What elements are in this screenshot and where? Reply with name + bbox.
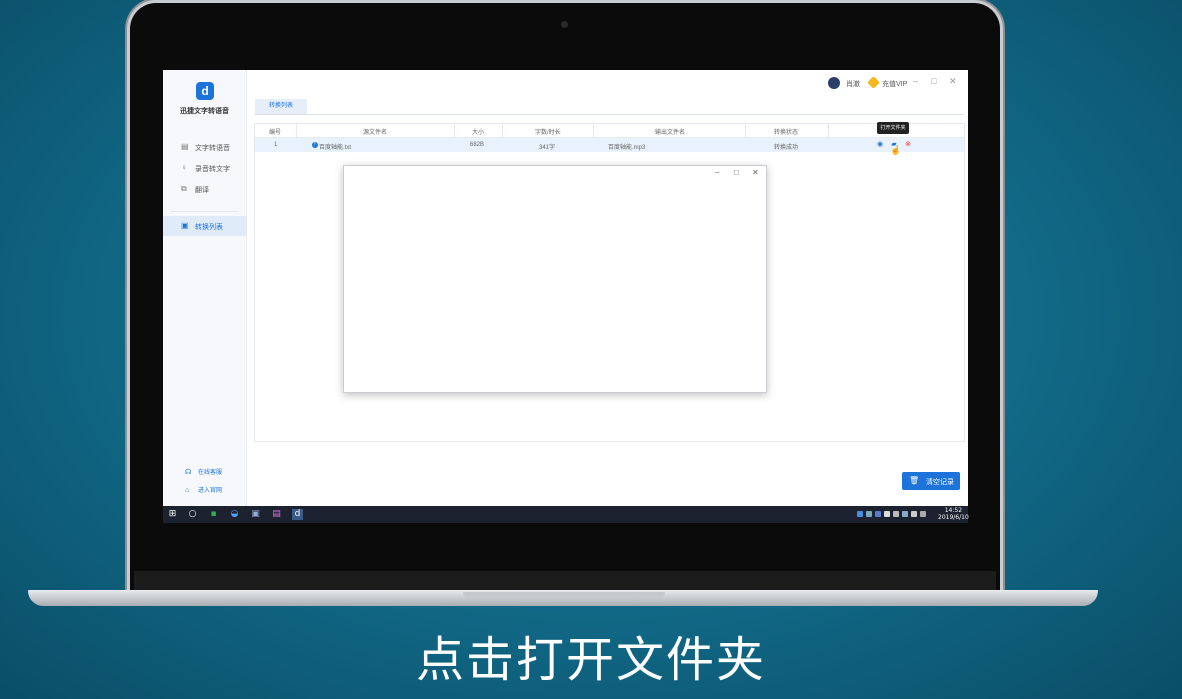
website-link[interactable]: ⌂ 进入官网 xyxy=(185,485,222,494)
sidebar-item-translate[interactable]: ⧉ 翻译 xyxy=(163,179,246,199)
text-to-speech-icon: ▤ xyxy=(181,142,189,151)
video-caption: 点击打开文件夹 xyxy=(415,632,766,688)
sidebar-item-label: 转换列表 xyxy=(195,224,223,231)
column-header-length: 字数/时长 xyxy=(535,130,561,136)
clock-date: 2019/6/10 xyxy=(938,514,969,521)
minimize-icon[interactable]: – xyxy=(715,168,719,177)
table-row[interactable]: 1 ! 百度轴能.txt 682B 341字 百度轴能.mp3 转换成功 ◉ ▰… xyxy=(255,138,964,152)
translate-icon: ⧉ xyxy=(181,184,187,193)
column-header-status: 转换状态 xyxy=(774,130,799,136)
footer-link-label: 进入官网 xyxy=(198,488,223,494)
website-icon: ⌂ xyxy=(185,487,190,494)
cell-id: 1 xyxy=(274,142,278,148)
taskbar: ⊞ ○ ▪ ◒ ▣ ▤ d 14:52 2019/6/10 xyxy=(163,506,969,523)
cell-size: 682B xyxy=(470,142,485,148)
vip-icon xyxy=(867,76,880,89)
column-divider xyxy=(502,124,503,137)
trash-icon: 🗑 xyxy=(909,476,920,485)
delete-icon[interactable]: ⊗ xyxy=(904,141,912,149)
customer-service-icon: ☊ xyxy=(185,469,192,476)
tray-icon[interactable] xyxy=(866,511,872,517)
username[interactable]: 肖澈 xyxy=(846,79,860,89)
tray-icon[interactable] xyxy=(911,511,917,517)
maximize-icon[interactable]: □ xyxy=(931,76,936,86)
clock-time: 14:52 xyxy=(944,507,963,514)
sidebar-item-text-to-speech[interactable]: ▤ 文字转语音 xyxy=(163,137,246,157)
app-window: d 迅捷文字转语音 ▤ 文字转语音 ♀ 录音转文字 ⧉ 翻译 ▣ 转换列表 ☊ 在… xyxy=(163,70,968,506)
tray-icon[interactable] xyxy=(902,511,908,517)
sidebar-item-label: 翻译 xyxy=(195,187,209,194)
column-header-id: 编号 xyxy=(269,130,282,136)
conversion-list-icon: ▣ xyxy=(181,221,189,230)
cell-status: 转换成功 xyxy=(774,145,799,151)
tray-icon[interactable] xyxy=(893,511,899,517)
browser-icon[interactable]: ◒ xyxy=(229,509,240,520)
cell-length: 341字 xyxy=(539,145,556,151)
column-divider xyxy=(454,124,455,137)
sidebar-item-label: 录音转文字 xyxy=(195,166,230,173)
vip-link[interactable]: 充值VIP xyxy=(882,79,907,89)
windows-start-icon[interactable]: ⊞ xyxy=(167,509,178,520)
cell-output: 百度轴能.mp3 xyxy=(608,145,646,151)
search-circle-icon[interactable]: ○ xyxy=(187,509,198,520)
minimize-icon[interactable]: – xyxy=(913,76,918,86)
sidebar-divider xyxy=(171,211,238,212)
tray-icon[interactable] xyxy=(884,511,890,517)
tab-conversion-list[interactable]: 转换列表 xyxy=(255,99,307,114)
sidebar-item-conversion-list[interactable]: ▣ 转换列表 xyxy=(163,216,246,236)
info-icon: ! xyxy=(312,142,318,148)
table-header: 编号 源文件名 大小 字数/时长 输出文件名 转换状态 xyxy=(255,124,964,138)
media-icon[interactable]: ▣ xyxy=(250,509,261,520)
column-divider xyxy=(296,124,297,137)
tray-icon[interactable] xyxy=(920,511,926,517)
sidebar: d 迅捷文字转语音 ▤ 文字转语音 ♀ 录音转文字 ⧉ 翻译 ▣ 转换列表 ☊ 在… xyxy=(163,70,247,506)
premiere-icon[interactable]: ▤ xyxy=(271,509,282,520)
column-divider xyxy=(745,124,746,137)
hand-cursor-icon: ☝ xyxy=(890,145,902,155)
laptop-notch xyxy=(463,592,665,599)
open-folder-tooltip: 打开文件夹 xyxy=(877,122,909,134)
preview-eye-icon[interactable]: ◉ xyxy=(876,141,884,149)
avatar[interactable] xyxy=(828,77,840,89)
app-logo-icon: d xyxy=(196,82,214,100)
column-header-source: 源文件名 xyxy=(363,130,388,136)
column-header-size: 大小 xyxy=(472,130,485,136)
column-divider xyxy=(828,124,829,137)
excel-icon[interactable]: ▪ xyxy=(208,509,219,520)
cell-source: 百度轴能.txt xyxy=(319,145,352,151)
sidebar-item-speech-to-text[interactable]: ♀ 录音转文字 xyxy=(163,158,246,178)
tray-icon[interactable] xyxy=(857,511,863,517)
app-taskbar-icon[interactable]: d xyxy=(292,509,303,520)
clear-records-button[interactable]: 🗑 清空记录 xyxy=(902,472,960,490)
footer-link-label: 在线客服 xyxy=(198,470,223,476)
maximize-icon[interactable]: □ xyxy=(734,168,739,177)
close-icon[interactable]: ✕ xyxy=(752,168,759,177)
app-name: 迅捷文字转语音 xyxy=(180,108,229,115)
customer-service-link[interactable]: ☊ 在线客服 xyxy=(185,467,222,476)
taskbar-clock[interactable]: 14:52 2019/6/10 xyxy=(938,507,969,521)
tab-divider xyxy=(255,114,963,115)
column-divider xyxy=(593,124,594,137)
webcam xyxy=(561,21,568,28)
clear-records-label: 清空记录 xyxy=(926,479,954,486)
microphone-icon: ♀ xyxy=(181,163,187,172)
close-icon[interactable]: ✕ xyxy=(949,76,957,87)
column-header-output: 输出文件名 xyxy=(655,130,686,136)
tray-icon[interactable] xyxy=(875,511,881,517)
folder-window[interactable]: – □ ✕ xyxy=(343,165,767,393)
sidebar-item-label: 文字转语音 xyxy=(195,145,230,152)
